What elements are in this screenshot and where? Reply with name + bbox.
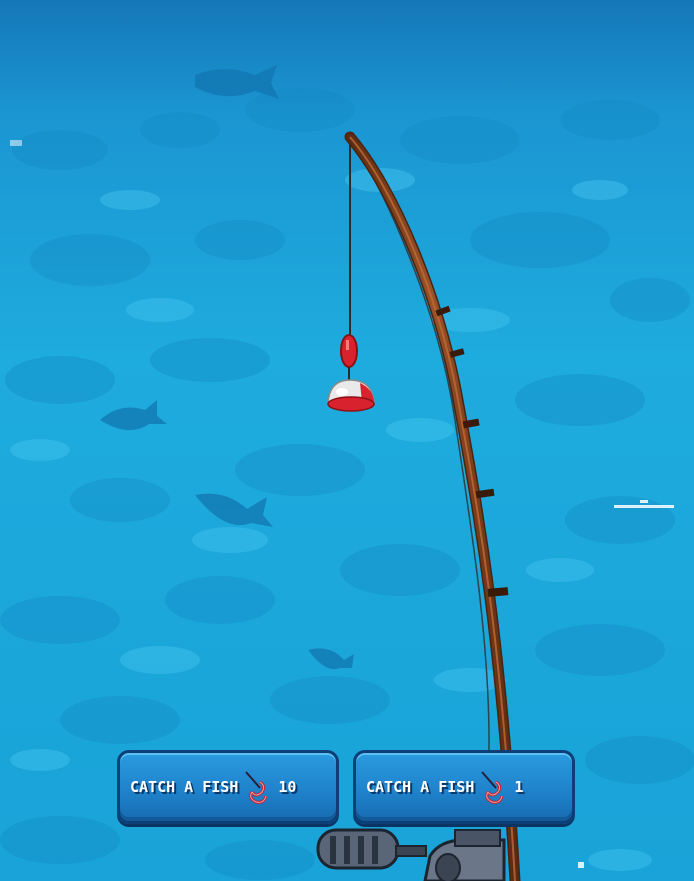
catch-fish-count: 10 — [278, 778, 297, 796]
fishing-hook-icon — [245, 771, 268, 804]
fishing-scene — [0, 0, 694, 881]
fishing-hook-icon — [481, 771, 504, 804]
catch-fish-count: 1 — [514, 778, 524, 796]
catch-fish-label: CATCH A FISH — [366, 778, 475, 796]
catch-fish-label: CATCH A FISH — [130, 778, 239, 796]
catch-fish-10-button[interactable]: CATCH A FISH 10 — [117, 750, 339, 824]
catch-fish-1-button[interactable]: CATCH A FISH 1 — [353, 750, 575, 824]
